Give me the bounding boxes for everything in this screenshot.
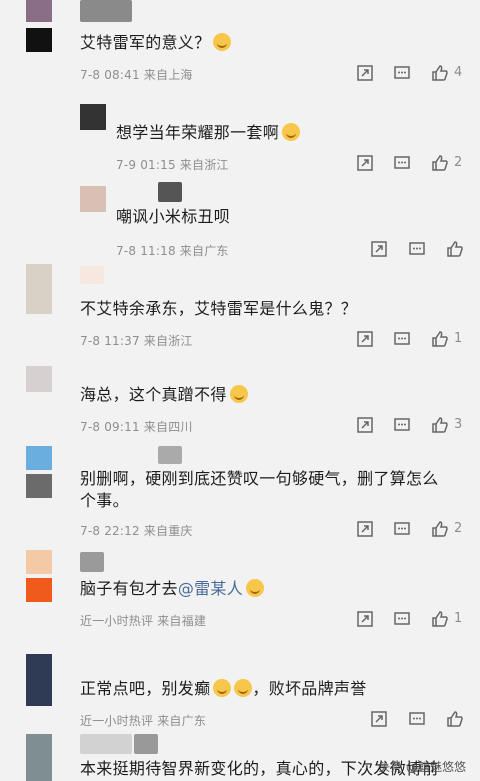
avatar[interactable] [26,734,52,781]
like-icon[interactable] [431,330,449,348]
emoji-icon [234,679,253,697]
username-blur[interactable] [80,734,132,754]
share-icon[interactable] [356,330,374,348]
username-blur[interactable] [80,0,132,22]
comment-item: 海总，这个真蹭不得 7-8 09:11 来自四川 3 [0,360,480,440]
share-icon[interactable] [370,240,388,258]
comment-meta: 7-8 11:37 来自浙江 [80,334,193,348]
comment-item: 艾特雷军的意义？ 7-8 08:41 来自上海 4 [0,0,480,92]
comment-icon[interactable] [408,240,426,258]
comment-text: 想学当年荣耀那一套啊 [116,122,301,144]
comment-meta: 近一小时热评 来自广东 [80,714,207,728]
avatar[interactable] [26,0,52,52]
like-icon[interactable] [446,240,464,258]
comment-text: 不艾特余承东，艾特雷军是什么鬼？？ [80,299,358,318]
comment-icon[interactable] [393,154,411,172]
watermark: 头条 @魑魅悠悠 [378,760,466,774]
avatar[interactable] [26,654,52,706]
comment-meta: 7-9 01:15 来自浙江 [116,158,229,172]
username-blur[interactable] [80,552,104,572]
comment-icon[interactable] [408,710,426,728]
emoji-icon [246,579,265,597]
comment-icon[interactable] [393,64,411,82]
comment-item: 别删啊，硬刚到底还赞叹一句够硬气，删了算怎么 个事。 7-8 22:12 来自重… [0,446,480,546]
emoji-icon [282,123,301,141]
avatar[interactable] [26,446,52,498]
comment-item: 嘲讽小米标丑呗 7-8 11:18 来自广东 [0,180,480,260]
avatar[interactable] [26,366,52,392]
comment-icon[interactable] [393,416,411,434]
share-icon[interactable] [370,710,388,728]
emoji-icon [213,33,232,51]
share-icon[interactable] [356,520,374,538]
comment-item: 脑子有包才去@雷某人 近一小时热评 来自福建 1 [0,548,480,638]
username-blur[interactable] [158,446,182,464]
username-blur[interactable] [158,182,182,202]
like-icon[interactable] [431,64,449,82]
username-blur[interactable] [134,734,158,754]
share-icon[interactable] [356,154,374,172]
avatar[interactable] [80,186,106,212]
comment-text: 嘲讽小米标丑呗 [116,207,231,226]
avatar[interactable] [26,264,52,314]
like-icon[interactable] [431,154,449,172]
like-count: 2 [454,521,463,536]
comment-icon[interactable] [393,610,411,628]
comment-meta: 7-8 08:41 来自上海 [80,68,193,82]
share-icon[interactable] [356,610,374,628]
share-icon[interactable] [356,416,374,434]
like-icon[interactable] [446,710,464,728]
comment-item: 想学当年荣耀那一套啊 7-9 01:15 来自浙江 2 [0,100,480,180]
comment-item: 正常点吧，别发癫 ，败坏品牌声誉 近一小时热评 来自广东 [0,654,480,736]
like-count: 2 [454,155,463,170]
comment-text: 艾特雷军的意义？ [80,32,232,54]
comment-icon[interactable] [393,520,411,538]
mention-link[interactable]: @雷某人 [178,579,243,598]
comment-text: 别删啊，硬刚到底还赞叹一句够硬气，删了算怎么 个事。 [80,469,439,510]
comment-meta: 7-8 09:11 来自四川 [80,420,193,434]
like-count: 1 [454,331,463,346]
username-blur[interactable] [80,266,104,284]
avatar[interactable] [26,550,52,602]
emoji-icon [229,385,248,403]
like-count: 4 [454,65,463,80]
comment-text: 海总，这个真蹭不得 [80,384,248,406]
comment-text: 脑子有包才去@雷某人 [80,578,265,600]
comment-meta: 7-8 11:18 来自广东 [116,244,229,258]
like-count: 3 [454,417,463,432]
share-icon[interactable] [356,64,374,82]
like-icon[interactable] [431,520,449,538]
like-icon[interactable] [431,416,449,434]
avatar[interactable] [80,104,106,130]
like-count: 1 [454,611,463,626]
comment-meta: 近一小时热评 来自福建 [80,614,207,628]
comment-meta: 7-8 22:12 来自重庆 [80,524,193,538]
emoji-icon [213,679,232,697]
comment-icon[interactable] [393,330,411,348]
comment-text: 正常点吧，别发癫 ，败坏品牌声誉 [80,679,367,698]
comment-item: 不艾特余承东，艾特雷军是什么鬼？？ 7-8 11:37 来自浙江 1 [0,262,480,352]
like-icon[interactable] [431,610,449,628]
